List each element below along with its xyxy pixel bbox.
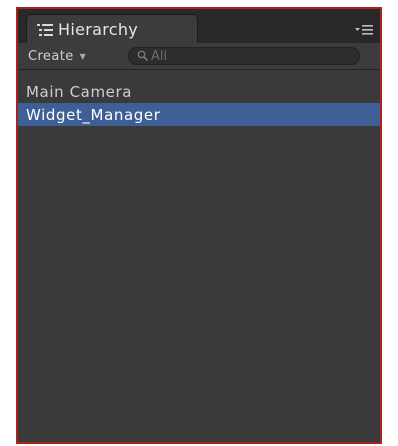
search-icon[interactable] — [137, 50, 149, 62]
list-icon — [37, 23, 53, 36]
hierarchy-item-label: Main Camera — [26, 82, 133, 101]
hierarchy-item-widget-manager[interactable]: Widget_Manager — [18, 103, 380, 126]
search-input[interactable] — [149, 48, 331, 64]
hierarchy-item-main-camera[interactable]: Main Camera — [18, 80, 380, 103]
hierarchy-tree: Main Camera Widget_Manager — [18, 80, 380, 126]
panel-menu-icon[interactable] — [354, 22, 374, 36]
chevron-down-icon: ▼ — [79, 51, 87, 61]
hierarchy-item-label: Widget_Manager — [26, 105, 161, 124]
tab-bar: Hierarchy — [18, 9, 380, 44]
panel-title: Hierarchy — [58, 20, 139, 39]
create-dropdown-button[interactable]: Create ▼ — [28, 46, 86, 66]
hierarchy-window: Hierarchy Create ▼ Main Camera Widget_Ma… — [16, 7, 382, 444]
search-field[interactable] — [128, 47, 360, 65]
hierarchy-toolbar: Create ▼ — [18, 43, 380, 70]
tab-hierarchy[interactable]: Hierarchy — [26, 14, 198, 44]
create-label: Create — [28, 48, 74, 64]
